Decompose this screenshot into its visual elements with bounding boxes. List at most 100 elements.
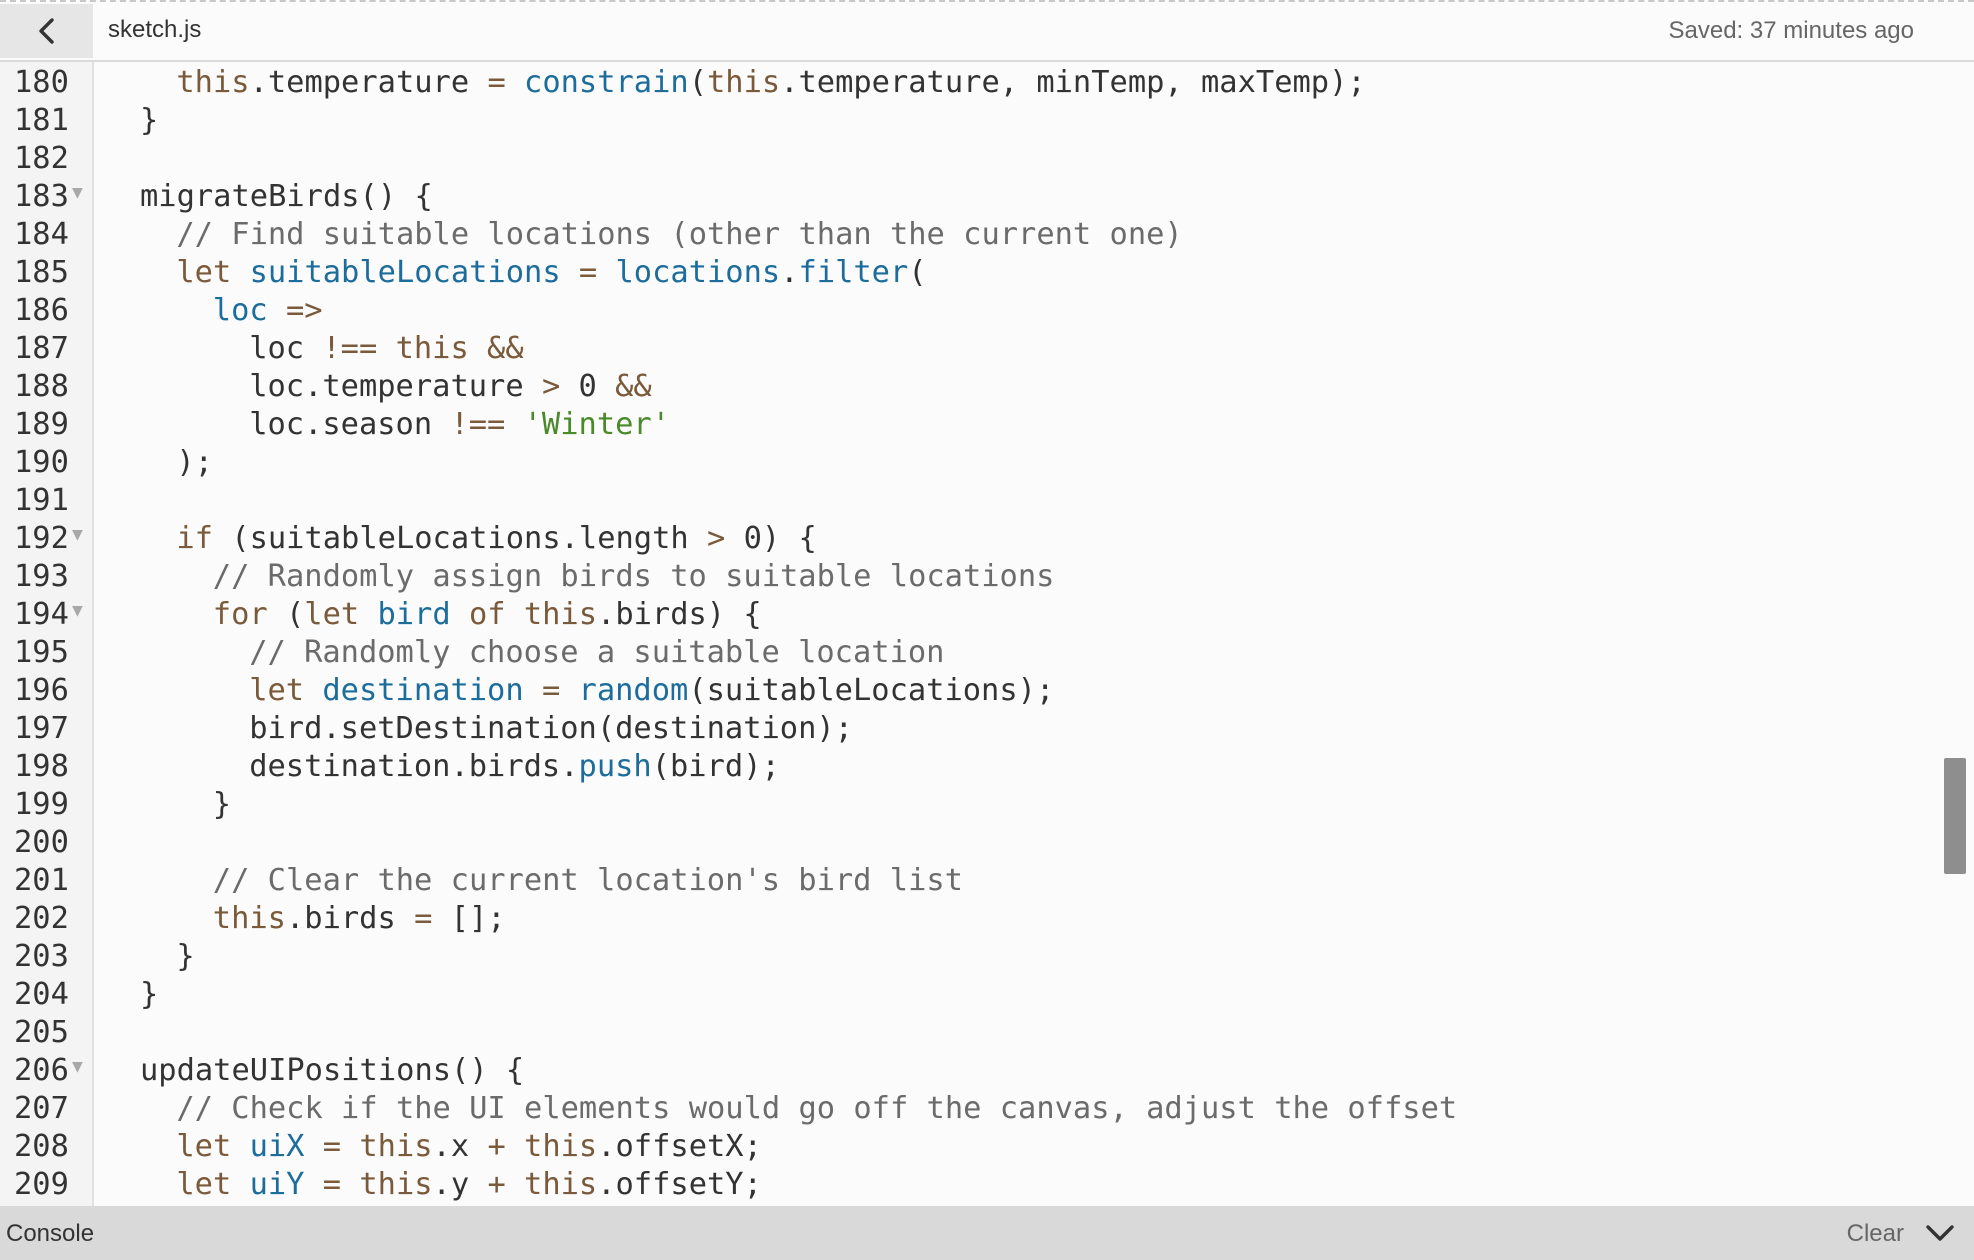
code-line[interactable]: 181} [0, 102, 1940, 140]
code-token: . [780, 255, 799, 290]
code-token: + [487, 1129, 506, 1164]
code-token: && [487, 331, 524, 366]
code-token: if [176, 521, 213, 556]
line-number: 203 [14, 939, 69, 974]
line-number: 208 [14, 1129, 69, 1164]
code-line[interactable]: 203} [0, 938, 1940, 976]
line-number: 209 [14, 1167, 69, 1202]
scrollbar-thumb[interactable] [1944, 758, 1966, 874]
code-line[interactable]: 197 bird.setDestination(destination); [0, 710, 1940, 748]
code-text: this.birds = []; [213, 900, 506, 938]
code-token: filter [798, 255, 909, 290]
code-line[interactable]: 201 // Clear the current location's bird … [0, 862, 1940, 900]
code-token: loc [212, 293, 268, 328]
code-line[interactable]: 187 loc !== this && [0, 330, 1940, 368]
code-token: = [414, 901, 433, 936]
code-line[interactable]: 190); [0, 444, 1940, 482]
code-line[interactable]: 208 let uiX = this.x + this.offsetX; [0, 1128, 1940, 1166]
code-line[interactable]: 186 loc => [0, 292, 1940, 330]
line-number: 191 [14, 483, 69, 518]
code-token: this [212, 901, 286, 936]
line-number: 201 [14, 863, 69, 898]
code-line[interactable]: 205 [0, 1014, 1940, 1052]
code-token: 'Winter' [523, 407, 671, 442]
fold-triangle-icon[interactable]: ▼ [72, 596, 83, 626]
code-token: destination.birds. [249, 749, 579, 784]
vertical-scrollbar[interactable] [1944, 62, 1966, 1206]
code-line[interactable]: 194 ▼ for (let bird of this.birds) { [0, 596, 1940, 634]
code-line[interactable]: 202 this.birds = []; [0, 900, 1940, 938]
fold-triangle-icon[interactable]: ▼ [72, 520, 83, 550]
code-token: ( [267, 597, 305, 632]
code-line[interactable]: 180 this.temperature = constrain(this.tem… [0, 64, 1940, 102]
code-token: updateUIPositions() { [140, 1053, 525, 1088]
code-token: = [322, 1129, 342, 1164]
code-text: // Check if the UI elements would go off… [176, 1090, 1457, 1128]
code-line[interactable]: 204} [0, 976, 1940, 1014]
code-text: migrateBirds() { [140, 178, 433, 216]
code-token: // Randomly choose a suitable location [249, 635, 945, 670]
code-line[interactable]: 183 ▼ migrateBirds() { [0, 178, 1940, 216]
code-token: let [304, 597, 360, 632]
code-text: // Find suitable locations (other than t… [176, 216, 1182, 254]
code-token: + [487, 1167, 506, 1202]
code-line[interactable]: 192 ▼ if (suitableLocations.length > 0) { [0, 520, 1940, 558]
code-line[interactable]: 188 loc.temperature > 0 && [0, 368, 1940, 406]
code-token: ( [908, 255, 927, 290]
code-line[interactable]: 189 loc.season !== 'Winter' [0, 406, 1940, 444]
fold-triangle-icon[interactable]: ▼ [72, 1052, 83, 1082]
code-line[interactable]: 200 [0, 824, 1940, 862]
code-token: && [615, 369, 652, 404]
code-line[interactable]: 199} [0, 786, 1940, 824]
code-token: (bird); [651, 749, 780, 784]
code-text: let suitableLocations = locations.filter… [176, 254, 926, 292]
code-line[interactable]: 191 [0, 482, 1940, 520]
code-line[interactable]: 209 let uiY = this.y + this.offsetY; [0, 1166, 1940, 1204]
code-token: // Find suitable locations (other than t… [176, 217, 1183, 252]
code-text: let destination = random(suitableLocatio… [249, 672, 1054, 710]
console-clear-button[interactable]: Clear [1847, 1220, 1904, 1248]
code-line[interactable]: 193 // Randomly assign birds to suitable … [0, 558, 1940, 596]
console-collapse-button[interactable] [1922, 1216, 1958, 1250]
code-line[interactable]: 207 // Check if the UI elements would go … [0, 1090, 1940, 1128]
code-line[interactable]: 198 destination.birds.push(bird); [0, 748, 1940, 786]
line-number: 202 [14, 901, 69, 936]
code-line[interactable]: 184 // Find suitable locations (other tha… [0, 216, 1940, 254]
code-token: .y [432, 1167, 488, 1202]
code-token: !== [322, 331, 378, 366]
code-token: let [176, 255, 232, 290]
code-line[interactable]: 196 let destination = random(suitableLoca… [0, 672, 1940, 710]
code-editor[interactable]: 180 this.temperature = constrain(this.tem… [0, 62, 1974, 1206]
line-number: 200 [14, 825, 69, 860]
line-number: 206 [14, 1053, 69, 1088]
line-number: 189 [14, 407, 69, 442]
file-name[interactable]: sketch.js [108, 16, 201, 44]
line-number: 186 [14, 293, 69, 328]
code-token: } [212, 787, 232, 822]
code-line[interactable]: 195 // Randomly choose a suitable locatio… [0, 634, 1940, 672]
back-button[interactable] [0, 4, 93, 58]
code-token: ( [688, 65, 707, 100]
code-token: of [468, 597, 506, 632]
code-token: let [176, 1167, 232, 1202]
code-line[interactable]: 182 [0, 140, 1940, 178]
code-text: updateUIPositions() { [140, 1052, 524, 1090]
code-token: 0) { [725, 521, 817, 556]
code-token: this [523, 597, 598, 632]
code-line[interactable]: 206 ▼ updateUIPositions() { [0, 1052, 1940, 1090]
code-token: migrateBirds() { [140, 179, 433, 214]
code-token: destination [304, 673, 524, 708]
fold-triangle-icon[interactable]: ▼ [72, 178, 83, 208]
code-token: // Randomly assign birds to suitable loc… [212, 559, 1055, 594]
code-token: > [707, 521, 726, 556]
code-token: .x [432, 1129, 488, 1164]
code-token: loc.season [249, 407, 451, 442]
code-line[interactable]: 185 let suitableLocations = locations.fil… [0, 254, 1940, 292]
